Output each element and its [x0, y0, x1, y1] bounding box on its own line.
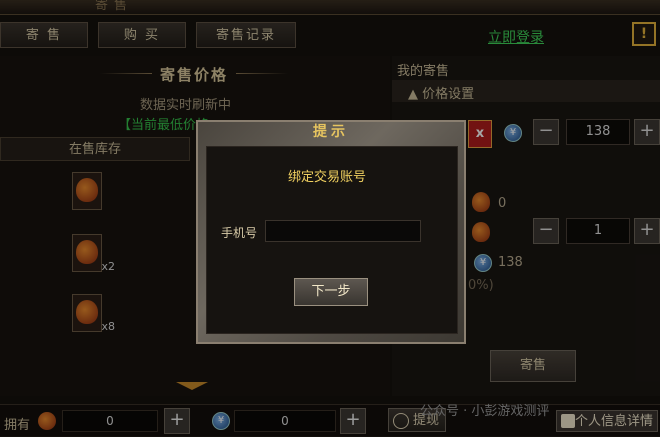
phone-label: 手机号: [221, 226, 258, 240]
phone-input[interactable]: [265, 220, 421, 242]
next-step-button[interactable]: 下一步: [294, 278, 368, 306]
modal-heading: 绑定交易账号: [288, 170, 367, 185]
modal-title: 提示: [313, 124, 349, 140]
